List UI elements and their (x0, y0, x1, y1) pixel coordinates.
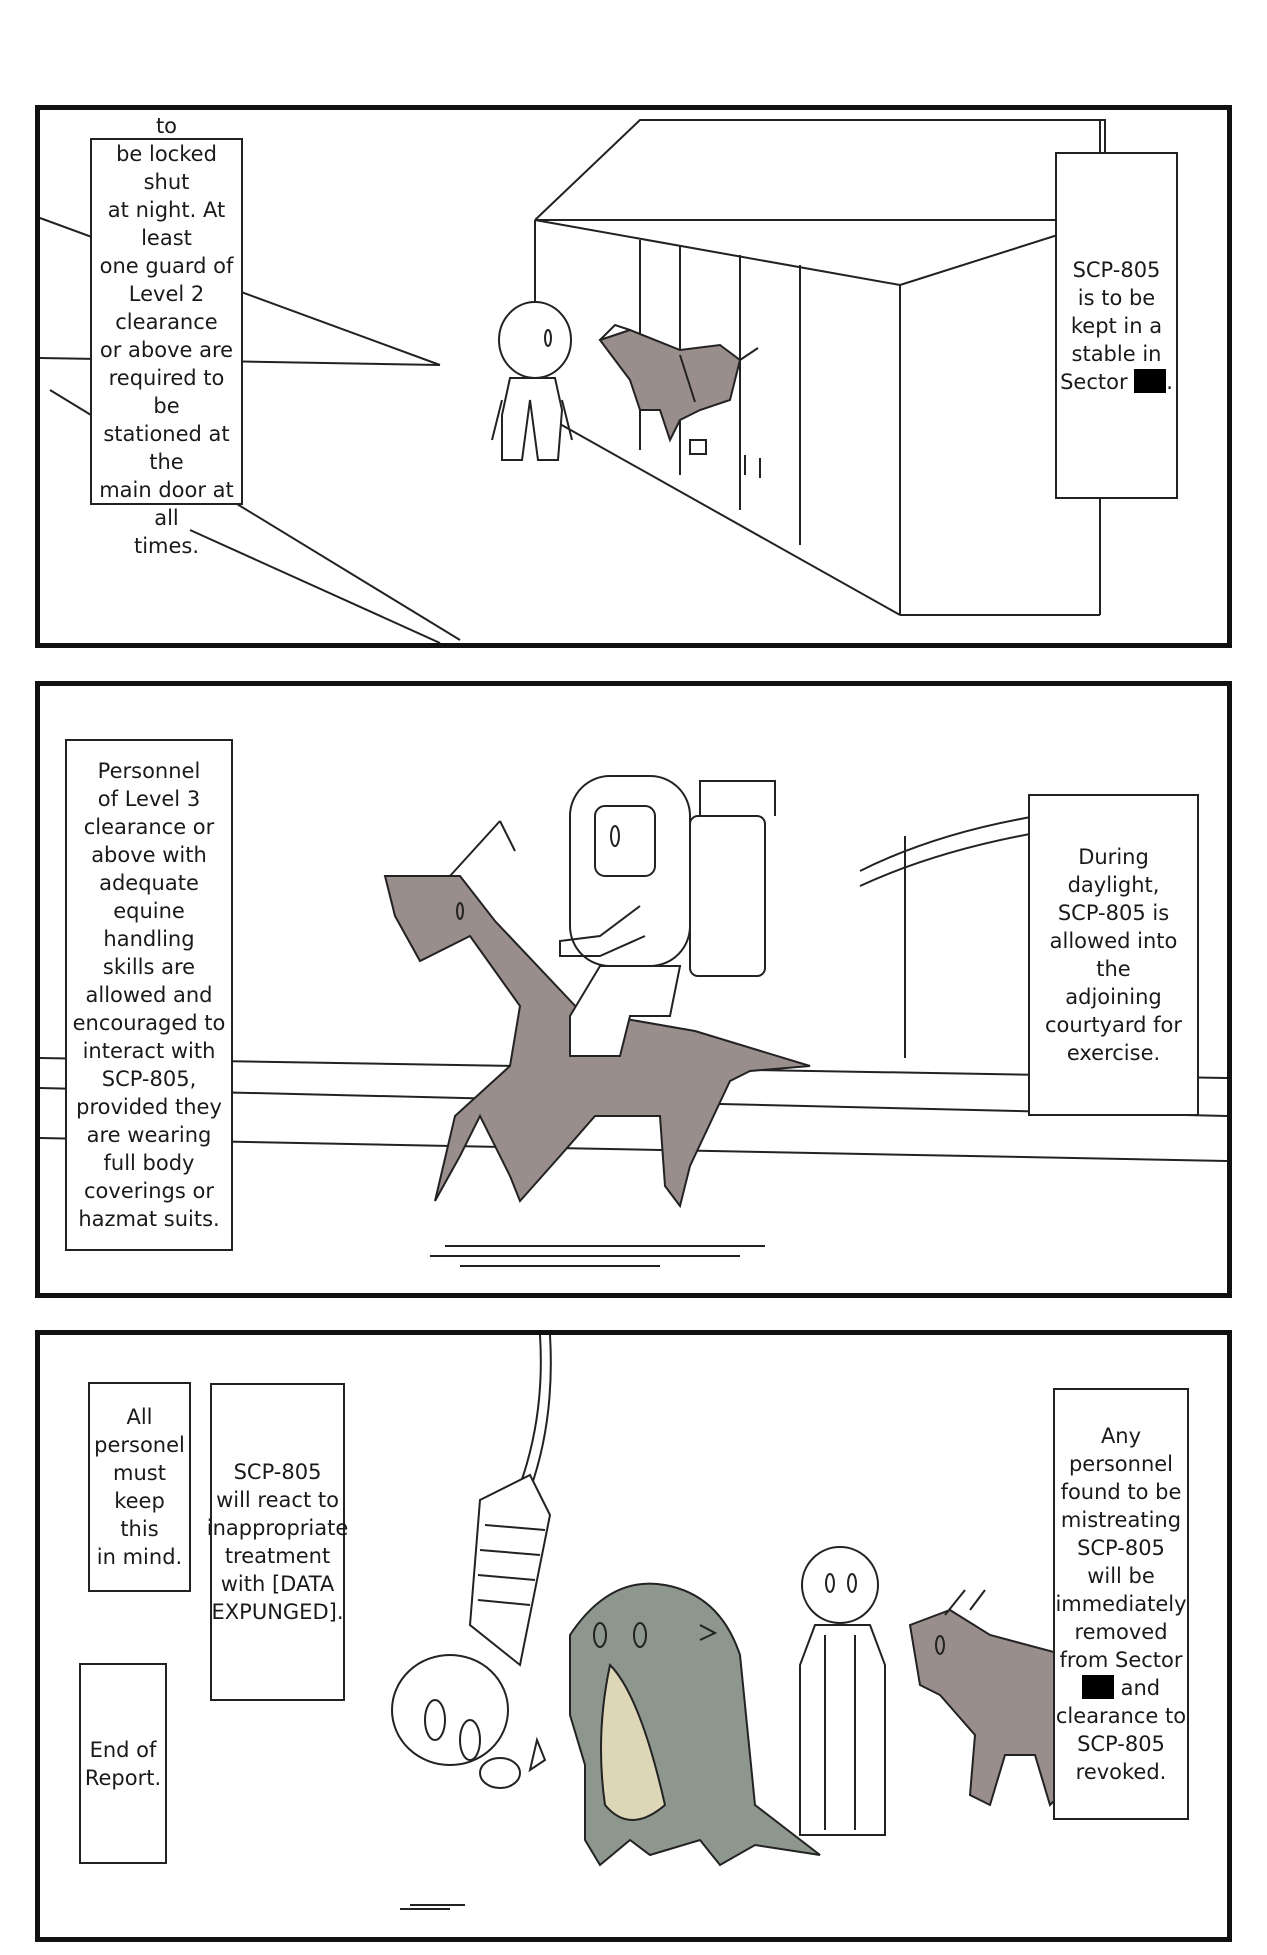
comic-panel-1: The stable is to be locked shut at night… (35, 105, 1232, 648)
containment-caption: SCP-805 is to be kept in a stable in Sec… (1055, 152, 1178, 499)
mistreatment-text: Any personnel found to be mistreating SC… (1055, 1422, 1186, 1786)
mistreatment-caption: Any personnel found to be mistreating SC… (1053, 1388, 1189, 1820)
containment-text: SCP-805 is to be kept in a stable in Sec… (1060, 256, 1173, 396)
end-of-report-text: End of Report. (84, 1737, 162, 1790)
end-of-report-caption: End of Report. (79, 1663, 167, 1864)
redaction-bar (1081, 1675, 1114, 1699)
comic-panel-2: Personnel of Level 3 clearance or above … (35, 681, 1232, 1298)
stable-lock-caption: The stable is to be locked shut at night… (90, 114, 243, 558)
comic-panel-3: All personel must keep this in mind. SCP… (35, 1330, 1232, 1942)
data-expunged-text: SCP-805 will react to inappropriate trea… (206, 1460, 349, 1624)
redaction-bar (1134, 368, 1167, 393)
personnel-caption: Personnel of Level 3 clearance or above … (65, 739, 233, 1251)
keep-in-mind-caption: All personel must keep this in mind. (88, 1382, 191, 1592)
data-expunged-caption: SCP-805 will react to inappropriate trea… (207, 1383, 348, 1701)
daylight-caption: During daylight, SCP-805 is allowed into… (1028, 794, 1199, 1116)
keep-in-mind-text: All personel must keep this in mind. (94, 1405, 185, 1569)
personnel-text: Personnel of Level 3 clearance or above … (72, 759, 226, 1231)
containment-text-suffix: . (1166, 369, 1173, 394)
daylight-text: During daylight, SCP-805 is allowed into… (1044, 845, 1182, 1065)
mistreatment-text-suffix: and clearance to SCP-805 revoked. (1055, 1676, 1187, 1784)
mistreatment-text-prefix: Any personnel found to be mistreating SC… (1055, 1424, 1187, 1672)
stable-lock-text: The stable is to be locked shut at night… (99, 113, 234, 558)
